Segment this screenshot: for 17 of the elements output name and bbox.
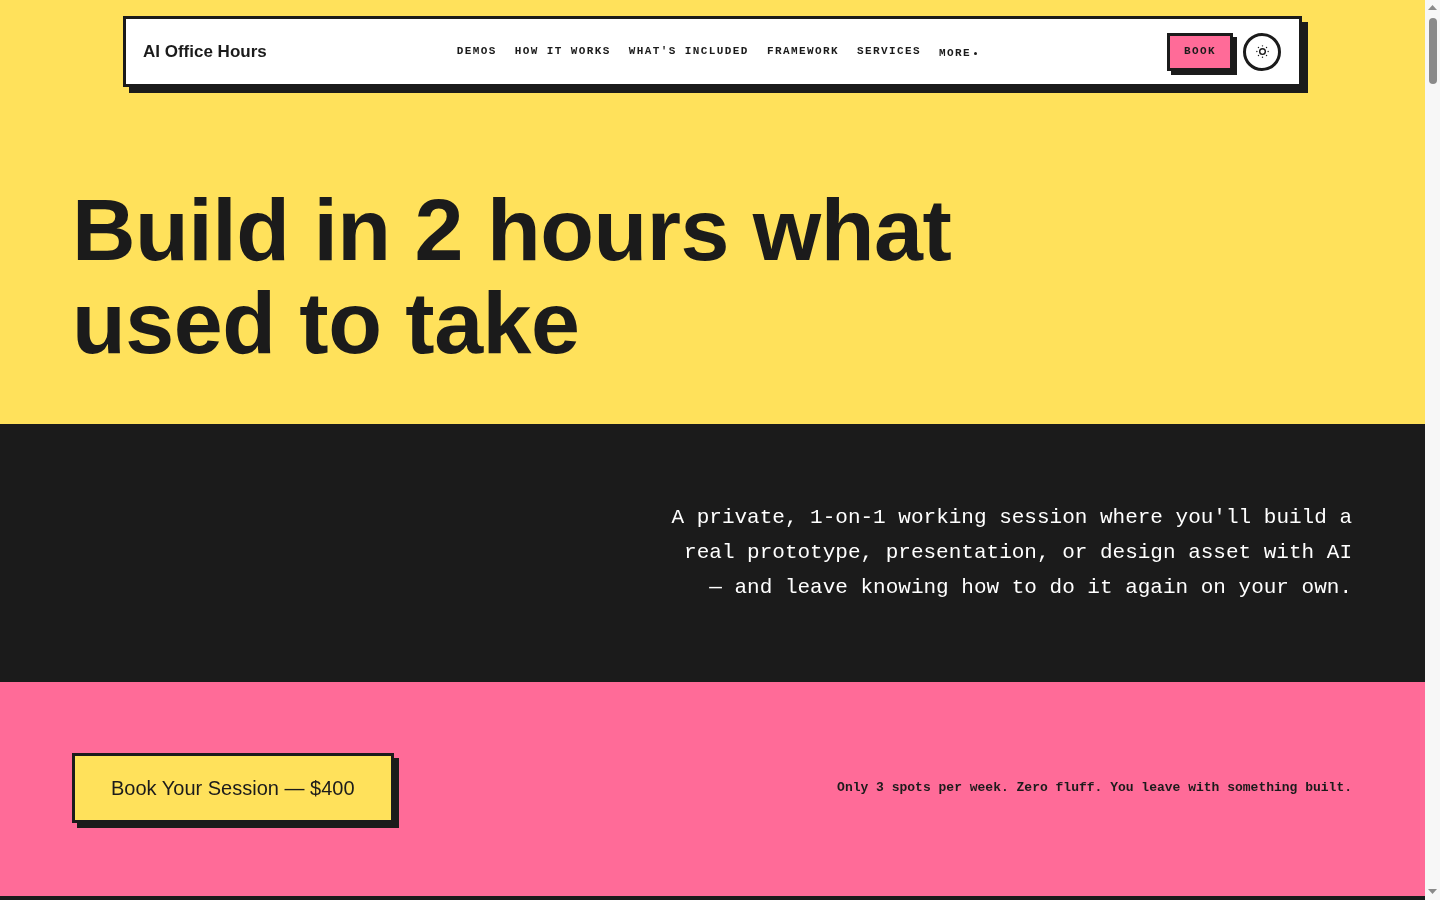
nav-link[interactable]: WHAT'S INCLUDED	[628, 43, 749, 60]
scroll-up-icon[interactable]	[1428, 5, 1437, 10]
scroll-down-icon[interactable]	[1428, 889, 1437, 894]
dropdown-dot-icon	[973, 51, 977, 55]
sun-icon	[1253, 43, 1271, 60]
nav-link[interactable]: FRAMEWORK	[766, 43, 839, 60]
nav-link[interactable]: DEMOS	[456, 43, 497, 60]
scrollbar[interactable]	[1425, 0, 1440, 900]
nav-dropdown[interactable]: MORE	[938, 44, 977, 62]
nav-link[interactable]: HOW IT WORKS	[514, 43, 611, 60]
scrollbar-thumb[interactable]	[1428, 18, 1437, 84]
theme-toggle-button[interactable]	[1243, 32, 1281, 71]
nav-link[interactable]: SERVICES	[856, 43, 921, 60]
hero-heading: Build in 2 hours what used to take	[72, 183, 953, 369]
brand-name[interactable]: AI Office Hours	[143, 38, 267, 65]
intro-paragraph: A private, 1-on-1 working session where you'll build a real prototype, presentation, or design asset with AI — and leave knowing how to do it again on your own.	[670, 505, 1352, 601]
booking-note: Only 3 spots per week. Zero fluff. You leave with something built.	[837, 779, 1352, 797]
